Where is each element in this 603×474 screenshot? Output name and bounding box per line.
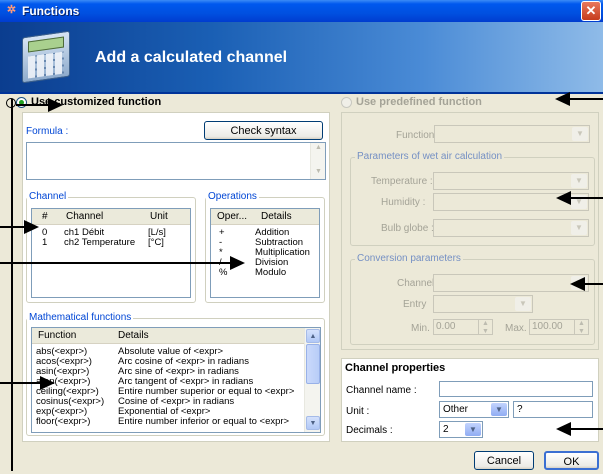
- annotation-arrow-head: [230, 256, 245, 270]
- channel-row[interactable]: 1 ch2 Temperature [°C]: [32, 238, 190, 248]
- temperature-label: Temperature :: [371, 176, 433, 187]
- humidity-label: Humidity :: [381, 197, 426, 208]
- annotation-arrow: [16, 104, 50, 106]
- operations-list-header: Oper... Details: [211, 209, 319, 225]
- close-button[interactable]: ✕: [581, 1, 601, 21]
- annotation-arrow: [571, 197, 603, 199]
- max-label: Max.: [505, 323, 527, 334]
- scroll-down-icon[interactable]: ▼: [306, 416, 320, 430]
- annotation-arrow-head: [48, 98, 63, 112]
- predefined-function-radio[interactable]: [341, 97, 352, 108]
- column-header[interactable]: Details: [261, 211, 292, 222]
- min-spinbox[interactable]: 0.00 ▲ ▼: [433, 319, 493, 335]
- spin-arrows-icon[interactable]: ▲ ▼: [574, 320, 588, 335]
- scroll-down-icon[interactable]: ▼: [313, 168, 324, 175]
- math-list-header: Function Details: [32, 328, 304, 344]
- cancel-button[interactable]: Cancel: [474, 451, 534, 470]
- column-header[interactable]: #: [42, 211, 48, 222]
- formula-input[interactable]: ▲ ▼: [26, 142, 326, 180]
- decimals-select[interactable]: 2 ▼: [439, 421, 483, 438]
- operations-list[interactable]: Oper... Details + Addition - Subtraction…: [210, 208, 320, 298]
- customized-panel: Formula : Check syntax ▲ ▼ Channel # Cha…: [22, 112, 330, 442]
- math-functions-group: Mathematical functions Function Details …: [26, 312, 325, 436]
- annotation-arrow-head: [556, 191, 571, 205]
- annotation-arrow: [0, 262, 232, 264]
- header-banner: Add a calculated channel: [0, 22, 603, 92]
- chevron-down-icon[interactable]: ▼: [572, 127, 588, 141]
- column-header[interactable]: Oper...: [217, 211, 247, 222]
- conversion-group: Conversion parameters Channel ▼ Entry ▼ …: [350, 253, 595, 345]
- column-header[interactable]: Unit: [150, 211, 168, 222]
- title-bar: ✲ Functions ✕: [0, 0, 603, 22]
- annotation-vertical-line: [11, 99, 13, 471]
- entry-label: Entry: [403, 299, 427, 310]
- channel-name-input[interactable]: [439, 381, 593, 397]
- math-functions-list[interactable]: Function Details abs(<expr>) Absolute va…: [31, 327, 321, 433]
- chevron-down-icon[interactable]: ▼: [515, 297, 531, 311]
- chevron-down-icon[interactable]: ▼: [491, 403, 507, 416]
- channel-list[interactable]: # Channel Unit 0 ch1 Débit [L/s] 1 ch2 T…: [31, 208, 191, 298]
- channel-properties-title: Channel properties: [345, 362, 446, 374]
- operations-group: Operations Oper... Details + Addition - …: [205, 191, 325, 303]
- bulb-globe-label: Bulb globe :: [381, 223, 434, 234]
- annotation-arrow-head: [24, 220, 39, 234]
- math-list-scrollbar[interactable]: ▲ ▼: [304, 328, 320, 432]
- annotation-arrow: [585, 283, 603, 285]
- channel-group: Channel # Channel Unit 0 ch1 Débit [L/s]…: [26, 191, 196, 303]
- column-header[interactable]: Function: [38, 330, 76, 341]
- column-header[interactable]: Details: [118, 330, 149, 341]
- entry-select[interactable]: ▼: [433, 295, 533, 313]
- scroll-thumb[interactable]: [306, 344, 320, 384]
- bulb-globe-select[interactable]: ▼: [433, 219, 589, 237]
- column-header[interactable]: Channel: [66, 211, 103, 222]
- banner-divider: [0, 92, 603, 94]
- operations-group-label: Operations: [206, 191, 259, 203]
- window-title: Functions: [22, 4, 80, 18]
- function-select[interactable]: ▼: [434, 125, 590, 143]
- chevron-down-icon[interactable]: ▼: [571, 221, 587, 235]
- chevron-down-icon[interactable]: ▼: [571, 174, 587, 188]
- conversion-channel-label: Channel: [397, 278, 435, 289]
- annotation-dot: [6, 98, 16, 108]
- banner-title: Add a calculated channel: [95, 49, 288, 66]
- channel-list-header: # Channel Unit: [32, 209, 190, 225]
- check-syntax-button[interactable]: Check syntax: [204, 121, 323, 140]
- custom-unit-input[interactable]: ?: [513, 401, 593, 418]
- math-functions-group-label: Mathematical functions: [27, 312, 134, 324]
- spin-arrows-icon[interactable]: ▲ ▼: [478, 320, 492, 335]
- ok-button[interactable]: OK: [544, 451, 599, 470]
- max-spinbox[interactable]: 100.00 ▲ ▼: [529, 319, 589, 335]
- channel-group-label: Channel: [27, 191, 69, 203]
- formula-label: Formula :: [26, 126, 69, 137]
- unit-label: Unit :: [346, 406, 370, 417]
- chevron-down-icon[interactable]: ▼: [465, 423, 481, 436]
- annotation-arrow-head: [40, 376, 55, 390]
- app-icon: ✲: [6, 4, 17, 16]
- decimals-label: Decimals :: [346, 425, 393, 436]
- scroll-up-icon[interactable]: ▲: [313, 144, 324, 151]
- predefined-panel: Function : ▼ Parameters of wet air calcu…: [341, 112, 599, 350]
- temperature-select[interactable]: ▼: [433, 172, 589, 190]
- annotation-arrow: [0, 226, 26, 228]
- annotation-arrow: [571, 428, 603, 430]
- annotation-arrow-head: [570, 277, 585, 291]
- conversion-channel-select[interactable]: ▼: [433, 274, 589, 292]
- annotation-arrow-head: [556, 422, 571, 436]
- formula-scrollbar[interactable]: ▲ ▼: [310, 143, 325, 179]
- close-icon: ✕: [585, 3, 597, 18]
- unit-select[interactable]: Other ▼: [439, 401, 509, 418]
- wet-air-group-label: Parameters of wet air calculation: [355, 151, 505, 163]
- channel-name-label: Channel name :: [346, 385, 417, 396]
- math-row[interactable]: floor(<expr>) Entire number inferior or …: [32, 417, 304, 427]
- predefined-function-label[interactable]: Use predefined function: [356, 96, 482, 108]
- annotation-arrow: [0, 382, 42, 384]
- annotation-arrow-head: [555, 92, 570, 106]
- customized-function-radio[interactable]: [16, 97, 27, 108]
- annotation-arrow: [570, 98, 603, 100]
- min-label: Min.: [411, 323, 430, 334]
- scroll-up-icon[interactable]: ▲: [306, 329, 320, 343]
- conversion-group-label: Conversion parameters: [355, 253, 463, 265]
- operation-row[interactable]: % Modulo: [211, 268, 319, 278]
- calculator-icon: [22, 30, 70, 84]
